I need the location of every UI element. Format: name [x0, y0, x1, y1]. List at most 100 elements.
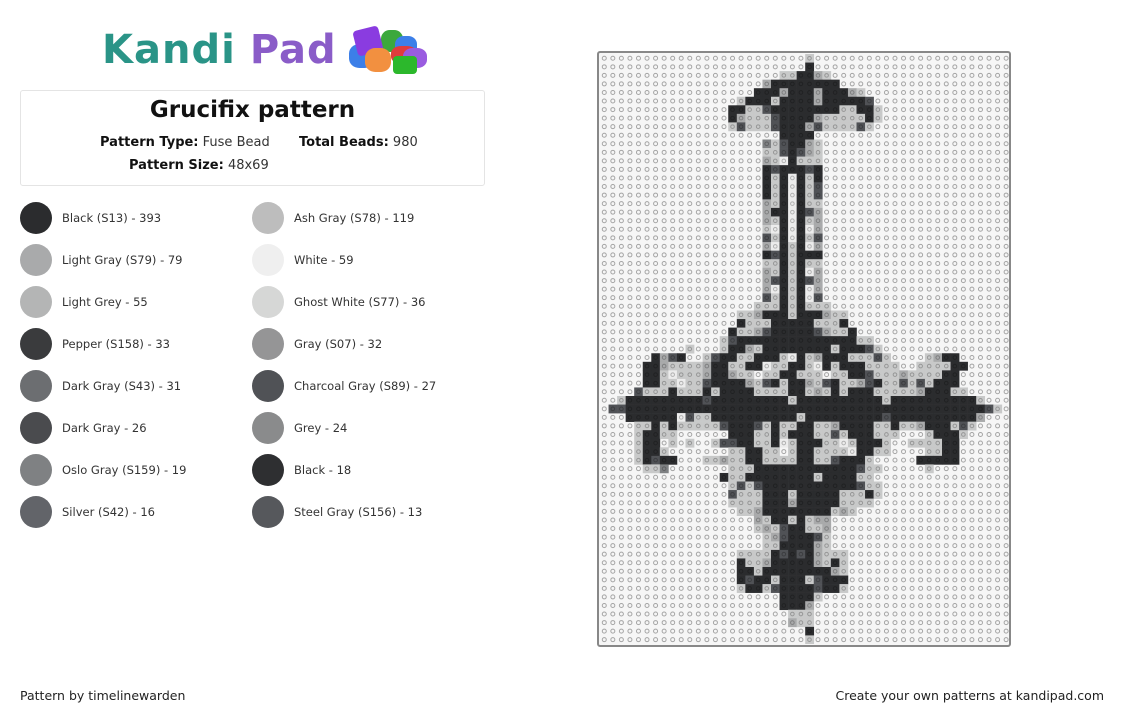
bead — [659, 421, 669, 431]
empty-peg — [952, 602, 958, 608]
empty-peg — [858, 620, 864, 626]
empty-peg — [943, 166, 949, 172]
bead — [728, 327, 738, 337]
bead — [771, 541, 780, 551]
empty-peg — [969, 166, 975, 172]
empty-peg — [712, 149, 718, 155]
empty-peg — [875, 209, 881, 215]
empty-peg — [952, 89, 958, 95]
empty-peg — [687, 560, 693, 566]
empty-peg — [892, 483, 898, 489]
empty-peg — [832, 175, 838, 181]
empty-peg — [712, 526, 718, 532]
empty-peg — [747, 184, 753, 190]
color-swatch — [252, 202, 284, 234]
empty-peg — [678, 132, 684, 138]
empty-peg — [866, 303, 872, 309]
color-swatch — [252, 244, 284, 276]
empty-peg — [926, 577, 932, 583]
empty-peg — [653, 218, 659, 224]
empty-peg — [764, 132, 770, 138]
bead — [745, 396, 755, 405]
empty-peg — [687, 252, 693, 258]
legend-item: Charcoal Gray (S89) - 27 — [252, 370, 436, 402]
bead — [856, 404, 866, 414]
bead — [771, 438, 780, 448]
empty-peg — [601, 620, 607, 626]
empty-peg — [986, 355, 992, 361]
bead — [830, 438, 840, 448]
empty-peg — [858, 201, 864, 207]
bead — [728, 438, 738, 448]
empty-peg — [926, 312, 932, 318]
empty-peg — [618, 568, 624, 574]
empty-peg — [824, 295, 830, 301]
empty-peg — [738, 141, 744, 147]
empty-peg — [678, 64, 684, 70]
empty-peg — [995, 192, 1001, 198]
bead — [676, 421, 686, 431]
bead — [728, 413, 738, 422]
bead — [728, 378, 738, 388]
empty-peg — [730, 226, 736, 232]
bead — [822, 404, 832, 414]
empty-peg — [960, 337, 966, 343]
bead — [719, 361, 729, 371]
empty-peg — [670, 526, 676, 532]
empty-peg — [627, 534, 633, 540]
empty-peg — [926, 628, 932, 634]
bead — [796, 242, 806, 251]
empty-peg — [909, 483, 915, 489]
kandipad-link[interactable]: Create your own patterns at kandipad.com — [835, 688, 1104, 703]
empty-peg — [935, 337, 941, 343]
empty-peg — [635, 98, 641, 104]
empty-peg — [841, 235, 847, 241]
empty-peg — [969, 628, 975, 634]
empty-peg — [687, 312, 693, 318]
empty-peg — [952, 585, 958, 591]
bead — [728, 447, 738, 457]
empty-peg — [644, 55, 650, 61]
empty-peg — [960, 149, 966, 155]
empty-peg — [721, 637, 727, 643]
empty-peg — [926, 278, 932, 284]
empty-peg — [747, 158, 753, 164]
empty-peg — [926, 260, 932, 266]
empty-peg — [687, 55, 693, 61]
empty-peg — [1003, 269, 1009, 275]
bead — [813, 438, 823, 448]
bead — [788, 592, 797, 602]
empty-peg — [918, 184, 924, 190]
empty-peg — [721, 602, 727, 608]
empty-peg — [935, 201, 941, 207]
empty-peg — [909, 286, 915, 292]
bead — [634, 455, 644, 465]
empty-peg — [687, 209, 693, 215]
empty-peg — [738, 184, 744, 190]
kandipad-logo[interactable]: Kandi Pad — [102, 24, 427, 76]
empty-peg — [841, 517, 847, 523]
empty-peg — [960, 269, 966, 275]
empty-peg — [670, 628, 676, 634]
empty-peg — [926, 218, 932, 224]
bead — [771, 190, 780, 200]
empty-peg — [627, 551, 633, 557]
empty-peg — [995, 568, 1001, 574]
empty-peg — [883, 260, 889, 266]
empty-peg — [712, 551, 718, 557]
bead — [659, 387, 669, 397]
empty-peg — [798, 628, 804, 634]
empty-peg — [627, 483, 633, 489]
empty-peg — [1003, 491, 1009, 497]
bead — [796, 515, 806, 525]
bead — [933, 370, 943, 380]
empty-peg — [960, 312, 966, 318]
empty-peg — [1003, 132, 1009, 138]
bead — [762, 284, 772, 294]
bead — [916, 404, 926, 414]
empty-peg — [601, 64, 607, 70]
empty-peg — [918, 491, 924, 497]
empty-peg — [986, 483, 992, 489]
bead — [830, 105, 840, 115]
empty-peg — [909, 355, 915, 361]
